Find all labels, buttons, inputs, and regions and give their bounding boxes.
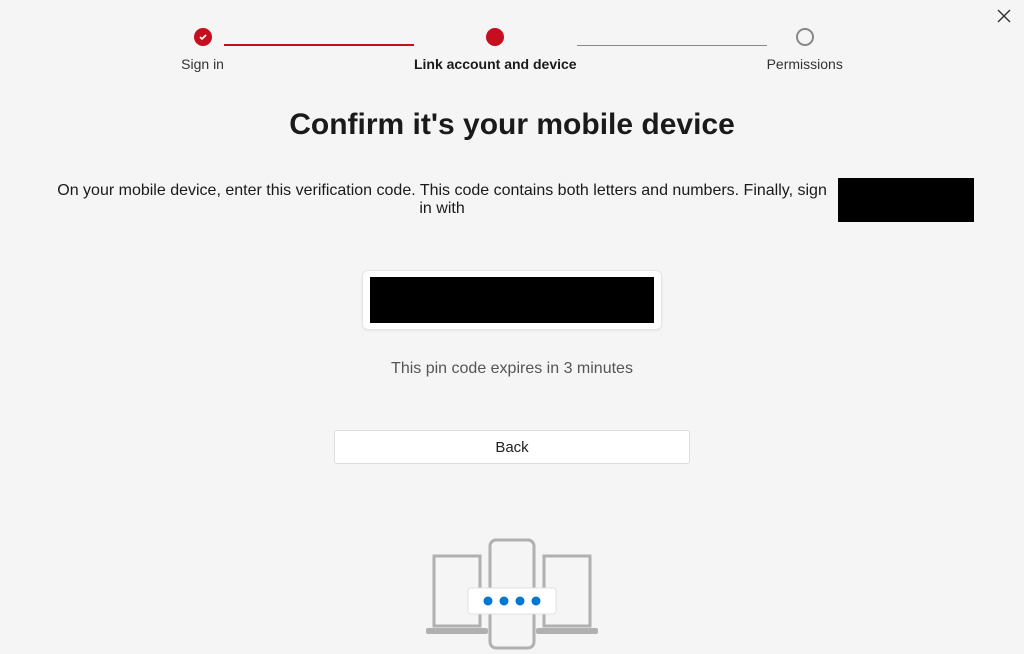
devices-illustration (412, 534, 612, 654)
step-signin-label: Sign in (181, 56, 224, 72)
verification-code-box (362, 270, 662, 330)
step-connector (224, 44, 414, 46)
progress-stepper: Sign in Link account and device Permissi… (0, 0, 1024, 80)
step-done-icon (194, 28, 212, 46)
step-link-label: Link account and device (414, 56, 577, 72)
step-permissions: Permissions (767, 28, 843, 72)
redacted-account (838, 178, 974, 222)
step-connector (577, 45, 767, 46)
page-title: Confirm it's your mobile device (50, 108, 974, 142)
step-link: Link account and device (414, 28, 577, 72)
step-pending-icon (796, 28, 814, 46)
back-button-label: Back (495, 439, 528, 456)
close-button[interactable] (994, 8, 1014, 28)
expiry-text: This pin code expires in 3 minutes (50, 360, 974, 378)
step-active-icon (486, 28, 504, 46)
close-icon (997, 9, 1011, 28)
devices-icon (422, 534, 602, 654)
back-button[interactable]: Back (334, 430, 690, 464)
step-permissions-label: Permissions (767, 56, 843, 72)
instruction-text: On your mobile device, enter this verifi… (50, 182, 834, 218)
instruction-row: On your mobile device, enter this verifi… (50, 178, 974, 222)
step-signin: Sign in (181, 28, 224, 72)
redacted-code (370, 277, 654, 323)
main-content: Confirm it's your mobile device On your … (0, 108, 1024, 654)
